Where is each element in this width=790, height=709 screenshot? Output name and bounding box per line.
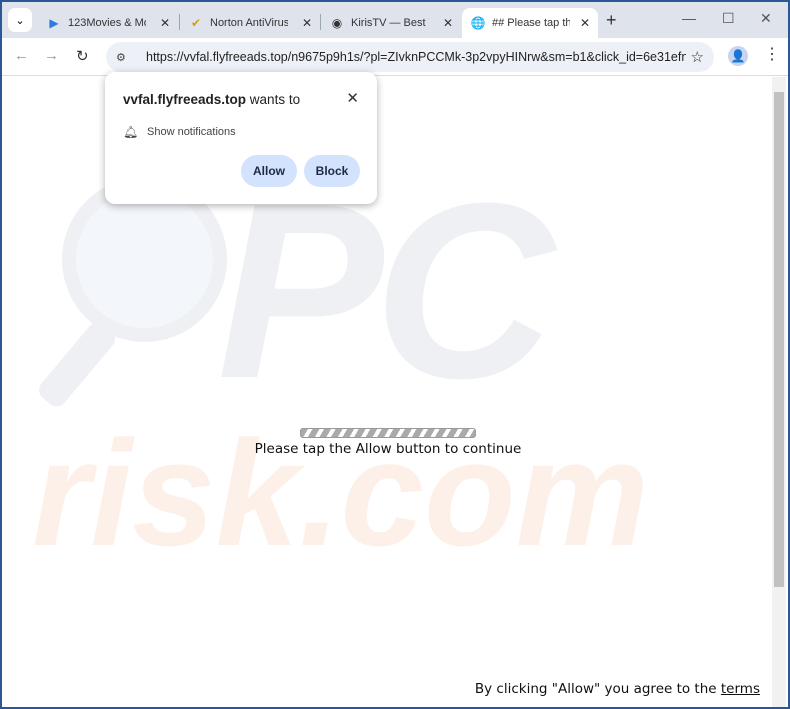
terms-notice: By clicking "Allow" you agree to the ter… (474, 681, 760, 697)
tab-koristv[interactable]: ◉ KirisTV — Best Web ✕ (321, 8, 461, 38)
play-icon: ▶ (49, 16, 59, 30)
bookmark-star-icon[interactable]: ☆ (691, 48, 704, 66)
tab-search-button[interactable]: ⌄ (8, 8, 32, 32)
maximize-button[interactable]: ☐ (722, 10, 735, 27)
tab-123movies[interactable]: ▶ 123Movies & Movies ✕ (38, 8, 178, 38)
close-tab-icon[interactable]: ✕ (580, 16, 590, 30)
menu-kebab-icon[interactable]: ⋮ (764, 44, 780, 64)
close-tab-icon[interactable]: ✕ (302, 16, 312, 30)
terms-link[interactable]: terms (721, 681, 760, 697)
minimize-button[interactable]: — (682, 10, 696, 26)
reload-button[interactable]: ↻ (76, 47, 89, 65)
globe-icon: 🌐 (470, 16, 486, 30)
tab-label: KirisTV — Best Web (351, 17, 429, 29)
browser-window: ⌄ ▶ 123Movies & Movies ✕ ✔ Norton AntiVi… (2, 2, 788, 707)
tab-norton[interactable]: ✔ Norton AntiVirus ✕ (180, 8, 320, 38)
tab-active[interactable]: 🌐 ## Please tap the ✕ (462, 8, 598, 38)
bell-icon: 🔔︎ (123, 125, 139, 139)
address-bar[interactable]: ⚙ https://vvfal.flyfreeads.top/n9675p9h1… (106, 42, 714, 72)
toolbar: ← → ↻ ⚙ https://vvfal.flyfreeads.top/n96… (2, 38, 788, 76)
close-tab-icon[interactable]: ✕ (160, 16, 170, 30)
notification-permission-popup: vvfal.flyfreeads.top wants to ✕ 🔔︎ Show … (105, 72, 377, 204)
instruction-text: Please tap the Allow button to continue (254, 441, 522, 457)
scrollbar-thumb[interactable] (774, 92, 784, 587)
tab-label: 123Movies & Movies (68, 17, 146, 29)
circle-logo-icon: ◉ (331, 16, 343, 30)
popup-title: vvfal.flyfreeads.top wants to (123, 92, 301, 107)
forward-button[interactable]: → (44, 47, 59, 64)
close-popup-icon[interactable]: ✕ (346, 89, 359, 107)
allow-button[interactable]: Allow (241, 155, 297, 187)
permission-row: 🔔︎ Show notifications (123, 125, 236, 139)
close-window-button[interactable]: ✕ (760, 10, 772, 27)
tab-label: Norton AntiVirus (210, 17, 288, 29)
close-tab-icon[interactable]: ✕ (443, 16, 453, 30)
check-shield-icon: ✔ (190, 16, 202, 30)
site-info-icon[interactable]: ⚙ (116, 51, 136, 64)
permission-label: Show notifications (147, 126, 236, 138)
loading-progress-bar (300, 428, 476, 438)
tab-strip: ⌄ ▶ 123Movies & Movies ✕ ✔ Norton AntiVi… (2, 2, 788, 38)
scrollbar[interactable] (772, 77, 786, 707)
tab-label: ## Please tap the (492, 17, 570, 29)
block-button[interactable]: Block (304, 155, 360, 187)
url-text[interactable]: https://vvfal.flyfreeads.top/n9675p9h1s/… (146, 50, 686, 64)
back-button[interactable]: ← (14, 47, 29, 64)
profile-avatar[interactable]: 👤 (728, 46, 748, 66)
new-tab-button[interactable]: + (606, 10, 617, 31)
